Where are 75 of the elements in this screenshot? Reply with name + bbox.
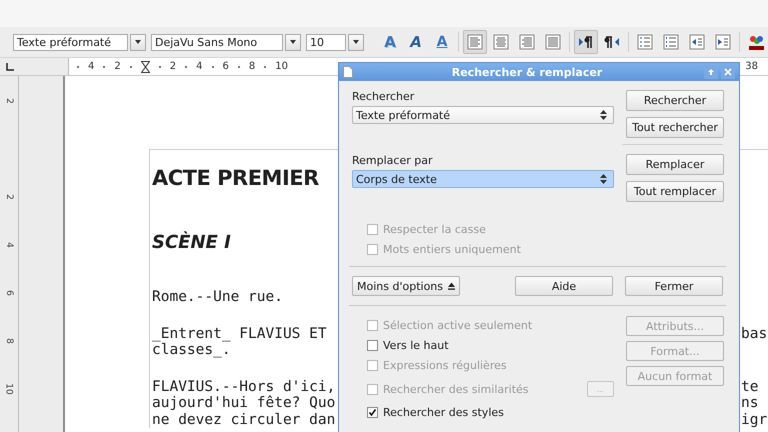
field-label: Rechercher bbox=[352, 90, 416, 104]
body-text: ne devez circuler dan bbox=[152, 412, 336, 428]
tab-stop-icon bbox=[6, 62, 14, 70]
checkbox[interactable]: Rechercher des styles bbox=[367, 406, 504, 420]
right-to-left-icon bbox=[604, 34, 620, 50]
ruler-number: 6 bbox=[222, 61, 229, 72]
field-value: Texte préformaté bbox=[356, 108, 450, 122]
field-value: Corps de texte bbox=[356, 172, 437, 186]
dialog-button[interactable]: Moins d'options bbox=[352, 276, 460, 296]
toolbar-button[interactable] bbox=[574, 30, 598, 54]
increase-indent-icon bbox=[715, 34, 731, 50]
body-text: igr bbox=[741, 412, 768, 428]
font-size-field[interactable]: 10 bbox=[306, 34, 346, 50]
subheading-text: SCÈNE I bbox=[152, 232, 231, 253]
dialog-button[interactable]: Rechercher bbox=[626, 90, 724, 111]
body-text: aujourd'hui fête? Quo bbox=[152, 395, 336, 412]
replace-style-select[interactable]: Corps de texte bbox=[352, 170, 614, 188]
dialog-button[interactable]: Tout remplacer bbox=[626, 181, 724, 202]
decrease-indent-icon bbox=[689, 34, 705, 50]
ruler-number: 2 bbox=[114, 61, 121, 72]
ruler-number: 38 bbox=[745, 61, 759, 72]
caret-down-icon bbox=[289, 39, 297, 45]
align-left-icon bbox=[467, 34, 483, 50]
ruler-number: 2 bbox=[4, 98, 14, 104]
spinner-arrows-icon bbox=[600, 110, 607, 120]
ruler-number: 2 bbox=[4, 194, 14, 200]
up-arrow-icon bbox=[707, 68, 715, 76]
ruler-number: 4 bbox=[4, 242, 14, 248]
dialog-title: Rechercher & remplacer bbox=[450, 66, 604, 78]
indent-marker-icon bbox=[140, 60, 150, 72]
bullet-list-icon bbox=[663, 34, 679, 50]
outline-button[interactable]: A bbox=[404, 30, 428, 54]
check-icon bbox=[369, 409, 376, 416]
close-icon bbox=[724, 68, 732, 76]
ruler-number: 10 bbox=[275, 61, 288, 72]
paragraph-style-field[interactable]: Texte préformaté bbox=[13, 34, 128, 50]
ruler-number: 10 bbox=[4, 383, 14, 395]
collapse-arrow-icon bbox=[448, 282, 455, 290]
paint-color-icon bbox=[748, 34, 764, 50]
document-icon bbox=[343, 66, 353, 78]
dropdown-button[interactable] bbox=[285, 34, 301, 50]
spinner-arrows-icon bbox=[600, 174, 607, 184]
body-text: _Entrent_ FLAVIUS ET bbox=[152, 326, 328, 342]
body-text: te bbox=[741, 378, 760, 395]
ruler-number: 8 bbox=[248, 61, 256, 72]
body-text: ns bbox=[741, 395, 760, 412]
checkbox[interactable]: Vers le haut bbox=[367, 338, 449, 352]
body-text: bas bbox=[741, 326, 768, 342]
font-name-field[interactable]: DejaVu Sans Mono bbox=[151, 34, 283, 50]
dialog-button[interactable]: Aide bbox=[515, 276, 613, 296]
justify-icon bbox=[545, 34, 561, 50]
left-to-right-icon bbox=[578, 34, 594, 50]
field-label: Remplacer par bbox=[352, 154, 434, 168]
shadow-button[interactable]: A bbox=[378, 30, 402, 54]
ruler-number: 8 bbox=[4, 338, 14, 344]
underline-button[interactable]: A bbox=[430, 30, 454, 54]
caret-down-icon bbox=[134, 39, 142, 45]
align-right-icon bbox=[519, 34, 535, 50]
ruler-number: 4 bbox=[196, 61, 202, 72]
ruler-number: 2 bbox=[170, 61, 176, 72]
align-center-icon bbox=[493, 34, 509, 50]
ruler-number: 4 bbox=[88, 61, 94, 72]
dialog-button[interactable]: Fermer bbox=[625, 276, 723, 296]
search-style-select[interactable]: Texte préformaté bbox=[352, 106, 614, 124]
dropdown-button[interactable] bbox=[130, 34, 146, 50]
caret-down-icon bbox=[352, 39, 360, 45]
heading-text: ACTE PREMIER bbox=[152, 166, 319, 190]
body-text: classes_. bbox=[152, 342, 232, 358]
body-text: FLAVIUS.--Hors d'ici, bbox=[152, 378, 336, 395]
dialog-button[interactable]: Tout rechercher bbox=[626, 117, 724, 138]
dialog-button[interactable]: Remplacer bbox=[626, 154, 724, 175]
body-text: Rome.--Une rue. bbox=[152, 289, 284, 306]
dropdown-button[interactable] bbox=[348, 34, 364, 50]
numbered-list-icon bbox=[637, 34, 653, 50]
ruler-number: 6 bbox=[4, 290, 14, 296]
